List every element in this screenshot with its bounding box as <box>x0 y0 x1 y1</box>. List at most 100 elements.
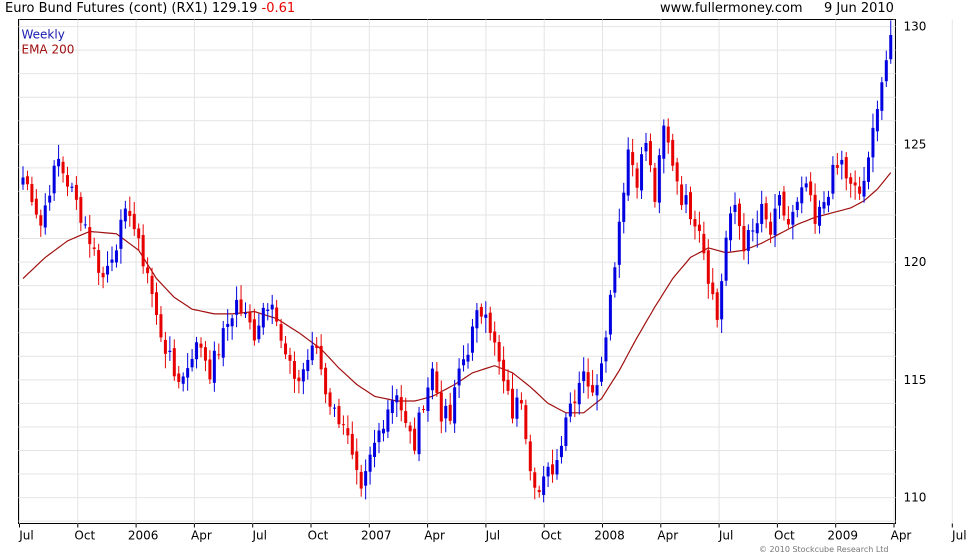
candle-body <box>867 157 870 182</box>
candle-body <box>889 35 893 60</box>
candle-body <box>751 230 755 232</box>
candle-body <box>795 201 799 211</box>
candle-body <box>697 224 701 232</box>
candle-body <box>39 215 43 226</box>
x-tick-label: Apr <box>657 529 678 543</box>
candle-body <box>110 259 114 263</box>
candle-body <box>818 206 822 226</box>
candle-body <box>742 226 746 252</box>
candle-body <box>733 204 737 212</box>
candle-body <box>364 471 368 486</box>
candle-body <box>426 387 430 412</box>
candle-body <box>559 445 563 458</box>
candle-body <box>97 250 101 273</box>
candle-body <box>542 476 546 495</box>
candle-body <box>475 310 479 329</box>
candle-body <box>355 451 359 471</box>
candle-body <box>506 379 510 391</box>
candle-body <box>675 162 679 182</box>
candle-body <box>684 195 688 205</box>
candle-body <box>395 395 399 403</box>
candle-body <box>871 127 875 158</box>
candle-body <box>21 177 25 185</box>
candle-body <box>729 213 733 241</box>
candle-body <box>172 348 176 377</box>
candle-body <box>551 464 555 475</box>
candle-body <box>217 354 221 356</box>
x-tick-label: 2007 <box>361 529 392 543</box>
candle-body <box>453 387 457 424</box>
candle-body <box>577 382 581 405</box>
candle-body <box>373 442 377 457</box>
x-tick-label: 2009 <box>827 529 858 543</box>
candle-body <box>70 186 74 188</box>
candle-body <box>261 307 265 328</box>
x-axis: Jul Oct 2006 Apr Jul Oct 2007 Apr Jul Oct 2008 Apr J… <box>18 523 967 543</box>
candle-body <box>858 186 862 194</box>
candle-body <box>132 213 136 230</box>
candle-body <box>840 159 844 165</box>
candle-body <box>83 224 87 226</box>
candle-body <box>404 411 408 423</box>
candle-body <box>208 359 212 380</box>
candle-body <box>128 210 132 216</box>
candle-body <box>724 237 728 281</box>
candle-body <box>604 337 608 362</box>
candle-body <box>653 167 657 202</box>
candle-body <box>34 198 38 215</box>
candle-body <box>79 197 83 223</box>
candle-body <box>106 265 110 275</box>
candle-body <box>524 405 528 440</box>
candle-body <box>30 184 34 202</box>
candlestick-chart: 110 115 120 125 130 Jul Oct 2006 Apr Jul Oct 2007 A… <box>18 19 967 543</box>
candle-body <box>849 177 853 184</box>
candle-body <box>600 363 603 382</box>
x-tick-label: Oct <box>308 529 329 543</box>
candle-body <box>778 195 781 206</box>
candle-body <box>181 376 185 384</box>
x-tick-label: Apr <box>191 529 212 543</box>
candle-body <box>835 165 839 168</box>
candle-body <box>177 373 181 382</box>
candle-body <box>533 472 537 488</box>
candle-body <box>502 359 506 382</box>
copyright: © 2010 Stockcube Research Ltd <box>759 545 889 554</box>
x-tick-label: Oct <box>774 529 795 543</box>
candle-body <box>880 82 884 111</box>
candle-body <box>439 392 443 422</box>
candle-body <box>61 161 65 174</box>
candle-body <box>66 175 69 187</box>
candle-body <box>884 60 888 82</box>
candle-body <box>377 430 381 443</box>
candle-body <box>591 385 595 393</box>
candle-body <box>92 247 96 250</box>
candle-body <box>163 339 167 354</box>
x-tick-label: Oct <box>74 529 95 543</box>
candle-body <box>203 347 207 361</box>
candle-body <box>488 312 492 333</box>
candle-body <box>528 441 532 472</box>
candle-body <box>297 377 301 382</box>
candle-body <box>413 428 417 451</box>
candle-body <box>422 409 425 411</box>
candle-body <box>324 367 328 395</box>
plot-area <box>18 19 896 524</box>
candle-body <box>568 403 572 417</box>
candle-body <box>760 204 764 224</box>
y-tick-label: 110 <box>904 491 927 505</box>
candle-body <box>25 176 29 185</box>
candle-body <box>386 409 390 432</box>
candle <box>653 162 657 208</box>
candle-body <box>764 203 768 220</box>
candle-body <box>221 328 225 358</box>
x-tick-label: Jul <box>485 529 500 543</box>
candle-body <box>417 412 421 455</box>
candle-body <box>381 428 385 434</box>
candle-body <box>350 433 354 455</box>
candle-body <box>279 324 283 341</box>
candle-body <box>244 313 247 315</box>
candle-body <box>853 182 857 186</box>
y-tick-label: 130 <box>904 20 927 34</box>
candle-body <box>123 208 127 222</box>
candle-body <box>644 142 648 152</box>
